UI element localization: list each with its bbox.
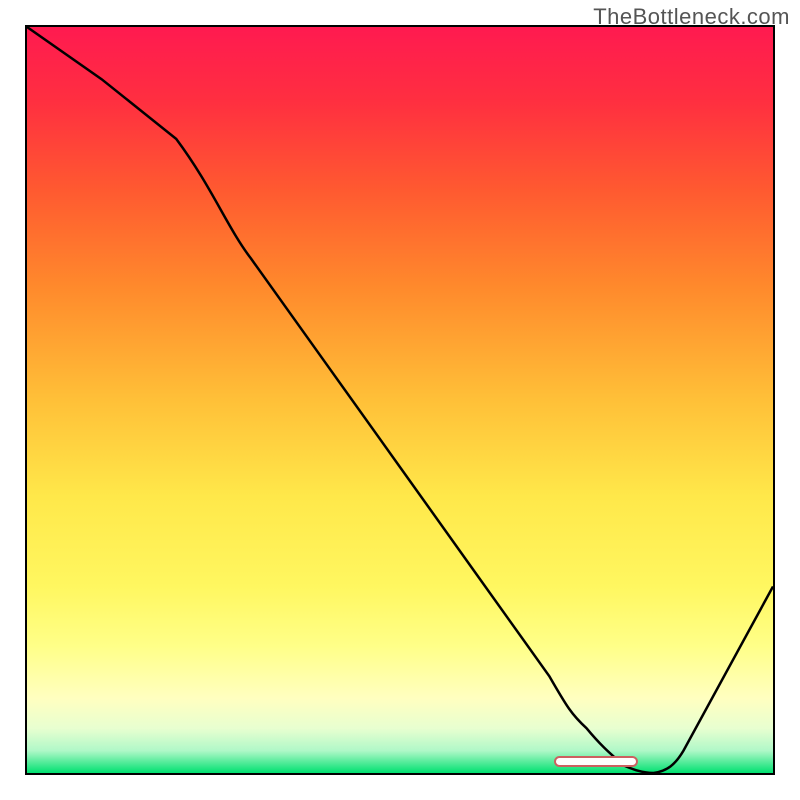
gradient-background xyxy=(27,27,773,773)
bottleneck-chart xyxy=(25,25,775,775)
chart-svg xyxy=(27,27,773,773)
minimum-marker xyxy=(554,756,638,767)
